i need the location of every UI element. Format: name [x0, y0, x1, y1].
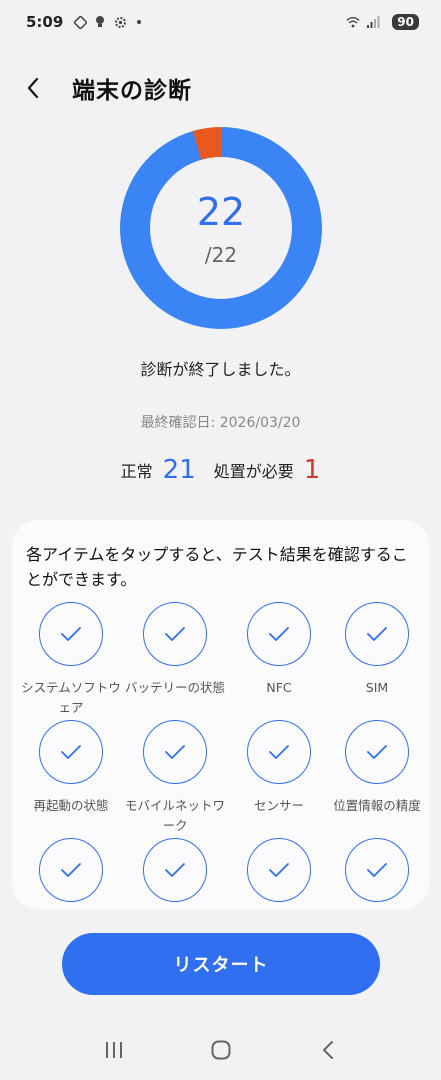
- notification-dot-icon: [137, 20, 142, 24]
- score-total: /22: [204, 243, 238, 267]
- test-item[interactable]: [325, 838, 429, 909]
- test-item[interactable]: モバイルネットワーク: [123, 720, 227, 836]
- test-item[interactable]: [123, 838, 227, 909]
- normal-count: 21: [162, 455, 196, 485]
- test-item[interactable]: バッテリーの状態: [123, 602, 227, 698]
- check-circle-icon: [345, 602, 409, 666]
- signal-icon: [366, 15, 380, 29]
- action-needed-label: 処置が必要: [213, 462, 294, 481]
- result-summary: 正常 21 処置が必要 1: [0, 455, 441, 485]
- wifi-icon: [346, 15, 360, 29]
- test-item-label: システムソフトウェア: [21, 680, 121, 715]
- score-value: 22: [196, 190, 246, 234]
- status-message: 診断が終了しました。: [140, 360, 301, 379]
- back-button[interactable]: [26, 68, 58, 108]
- back-icon: [322, 1041, 333, 1059]
- test-item[interactable]: 再起動の状態: [19, 720, 123, 816]
- test-item-label: バッテリーの状態: [125, 680, 226, 695]
- check-circle-icon: [143, 602, 207, 666]
- score-donut: 22 /22: [119, 126, 322, 329]
- test-item[interactable]: [227, 838, 331, 909]
- recent-apps-icon: [105, 1042, 122, 1058]
- restart-button[interactable]: リスタート: [62, 933, 380, 995]
- card-description: 各アイテムをタップすると、テスト結果を確認することができます。: [26, 545, 408, 589]
- normal-label: 正常: [120, 462, 153, 481]
- nav-back-button[interactable]: [308, 1030, 348, 1070]
- test-item-label: SIM: [365, 680, 389, 695]
- check-circle-icon: [247, 602, 311, 666]
- check-circle-icon: [345, 838, 409, 902]
- sync-icon: [73, 15, 87, 29]
- check-circle-icon: [247, 720, 311, 784]
- test-item-label: 再起動の状態: [33, 798, 109, 813]
- test-item-label: センサー: [253, 798, 304, 813]
- check-circle-icon: [39, 720, 103, 784]
- recent-apps-button[interactable]: [94, 1030, 134, 1070]
- check-circle-icon: [247, 838, 311, 902]
- donut-center: 22 /22: [120, 127, 322, 329]
- battery-level: 90: [392, 14, 419, 30]
- test-items-card: 各アイテムをタップすると、テスト結果を確認することができます。 システムソフトウ…: [12, 520, 429, 909]
- test-item[interactable]: システムソフトウェア: [19, 602, 123, 718]
- bulb-icon: [93, 15, 107, 29]
- check-circle-icon: [345, 720, 409, 784]
- page-title: 端末の診断: [72, 78, 192, 104]
- check-circle-icon: [143, 838, 207, 902]
- header: 端末の診断: [26, 68, 421, 108]
- test-item[interactable]: SIM: [325, 602, 429, 698]
- test-item-label: 位置情報の精度: [333, 798, 421, 813]
- gear-icon: [113, 15, 127, 29]
- test-item-label: NFC: [266, 680, 292, 695]
- test-item[interactable]: センサー: [227, 720, 331, 816]
- status-right: 90: [346, 14, 419, 30]
- action-needed-count: 1: [303, 455, 321, 485]
- test-item[interactable]: 位置情報の精度: [325, 720, 429, 816]
- test-item-label: モバイルネットワーク: [125, 798, 226, 833]
- system-nav-bar: [0, 1020, 441, 1080]
- status-time: 5:09: [26, 13, 64, 31]
- check-circle-icon: [39, 838, 103, 902]
- home-button[interactable]: [201, 1030, 241, 1070]
- test-item[interactable]: NFC: [227, 602, 331, 698]
- test-item[interactable]: [19, 838, 123, 909]
- chevron-left-icon: [27, 77, 39, 99]
- home-icon: [211, 1040, 230, 1060]
- check-circle-icon: [39, 602, 103, 666]
- last-checked-date: 最終確認日: 2026/03/20: [140, 415, 301, 431]
- check-circle-icon: [143, 720, 207, 784]
- status-bar: 5:09 90: [0, 0, 441, 44]
